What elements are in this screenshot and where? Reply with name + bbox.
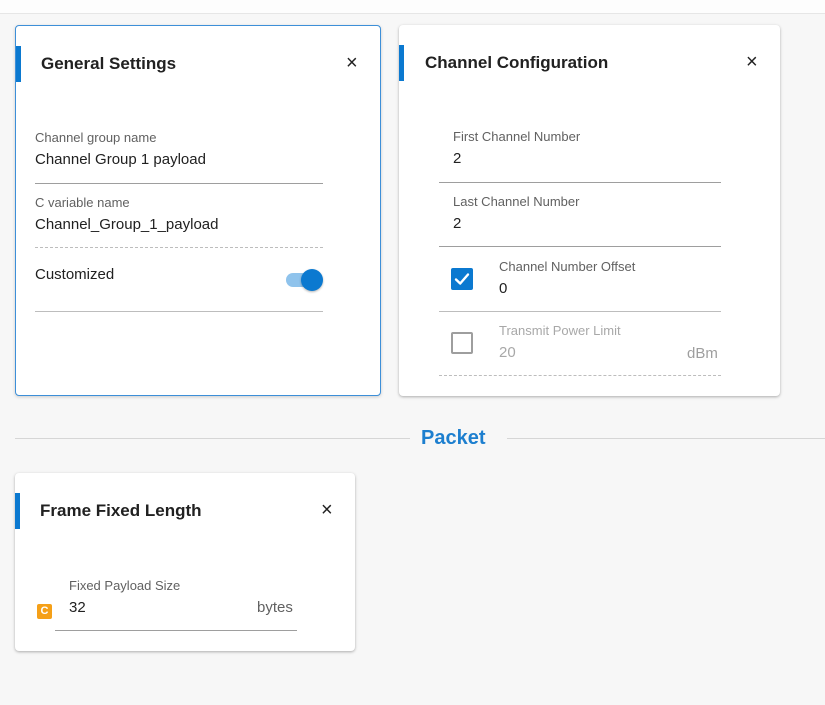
unit-label: bytes	[257, 599, 293, 616]
top-bar	[0, 0, 825, 14]
fixed-payload-size-field[interactable]: Fixed Payload Size 32	[69, 578, 180, 616]
field-underline	[439, 182, 721, 183]
field-label: Last Channel Number	[453, 194, 580, 209]
field-underline	[439, 246, 721, 247]
field-value: 20	[499, 344, 516, 361]
card-title: General Settings	[41, 54, 177, 73]
first-channel-number-field[interactable]: First Channel Number 2	[453, 129, 580, 167]
field-label: First Channel Number	[453, 129, 581, 144]
section-divider-left	[15, 438, 410, 439]
frame-fixed-length-card[interactable]: Frame Fixed Length × C Fixed Payload Siz…	[15, 473, 355, 651]
field-label: Fixed Payload Size	[69, 578, 181, 593]
field-value: 2	[453, 150, 462, 167]
field-underline	[35, 311, 323, 312]
field-underline	[439, 311, 721, 312]
field-underline	[55, 630, 297, 631]
channel-configuration-card[interactable]: Channel Configuration × First Channel Nu…	[399, 25, 780, 396]
c-code-icon: C	[37, 604, 52, 619]
close-icon[interactable]: ×	[321, 500, 333, 520]
field-label: Channel group name	[35, 130, 157, 145]
card-accent-bar	[399, 45, 404, 81]
toggle-thumb[interactable]	[301, 269, 323, 291]
card-accent-bar	[16, 46, 21, 82]
field-value: Channel_Group_1_payload	[35, 216, 219, 233]
field-value: 0	[499, 280, 508, 297]
customized-label: Customized	[35, 266, 115, 283]
close-icon[interactable]: ×	[346, 53, 358, 73]
field-value: Channel Group 1 payload	[35, 151, 206, 168]
channel-group-name-field[interactable]: Channel group name Channel Group 1 paylo…	[35, 130, 206, 168]
field-label: Channel Number Offset	[499, 259, 636, 274]
field-value: 2	[453, 215, 462, 232]
channel-number-offset-field[interactable]: Channel Number Offset 0	[499, 259, 635, 297]
card-accent-bar	[15, 493, 20, 529]
transmit-power-limit-checkbox[interactable]	[451, 332, 473, 354]
section-title: Packet	[421, 427, 486, 449]
field-underline	[35, 183, 323, 184]
section-divider-right	[507, 438, 825, 439]
field-value: 32	[69, 599, 86, 616]
unit-label: dBm	[687, 345, 718, 362]
field-label: C variable name	[35, 195, 130, 210]
close-icon[interactable]: ×	[746, 52, 758, 72]
general-settings-card[interactable]: General Settings × Channel group name Ch…	[15, 25, 381, 396]
c-variable-name-field[interactable]: C variable name Channel_Group_1_payload	[35, 195, 218, 233]
card-title: Frame Fixed Length	[40, 501, 202, 520]
channel-number-offset-checkbox[interactable]	[451, 268, 473, 290]
field-underline	[439, 375, 721, 376]
transmit-power-limit-field[interactable]: Transmit Power Limit 20	[499, 323, 621, 361]
field-underline	[35, 247, 323, 248]
field-label: Transmit Power Limit	[499, 323, 621, 338]
card-title: Channel Configuration	[425, 53, 609, 72]
check-icon	[454, 273, 470, 285]
last-channel-number-field[interactable]: Last Channel Number 2	[453, 194, 579, 232]
